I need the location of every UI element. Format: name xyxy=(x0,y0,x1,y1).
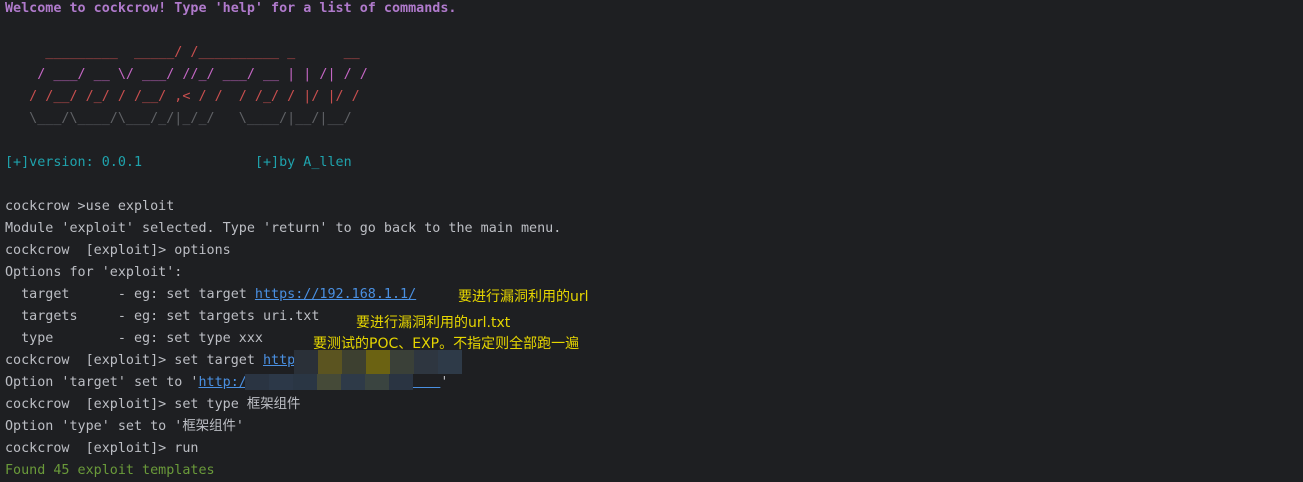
command-line: cockcrow [exploit]> options xyxy=(5,243,231,258)
result-line: Found 45 exploit templates xyxy=(5,463,215,478)
command-line: cockcrow [exploit]> set type 框架组件 xyxy=(5,397,301,412)
output-line: Options for 'exploit': xyxy=(5,265,183,280)
banner-line-2: / ___/ __ \/ ___/ //_/ ___/ __ | | /| / … xyxy=(5,67,368,82)
command-line: cockcrow [exploit]> run xyxy=(5,441,199,456)
banner-line-1: _________ _____/ /__________ _ __ xyxy=(5,45,360,60)
redacted-url-blur xyxy=(294,350,462,374)
annotation-target: 要进行漏洞利用的url xyxy=(458,289,589,305)
redacted-url-blur xyxy=(245,374,413,390)
banner-line-3: / /__/ /_/ / /__/ ,< / / / /_/ / |/ |/ / xyxy=(5,89,360,104)
output-text: Option 'target' set to ' xyxy=(5,375,199,390)
author-text: [+]by A_llen xyxy=(254,155,352,170)
target-url-link[interactable]: https://192.168.1.1/ xyxy=(255,287,416,302)
command-line: cockcrow [exploit]> set target http xyxy=(5,350,561,372)
version-text: [+]version: 0.0.1 xyxy=(5,155,143,170)
command-text: cockcrow [exploit]> set target xyxy=(5,353,263,368)
version-line: [+]version: 0.0.1 [+]by A_llen xyxy=(5,152,561,174)
output-line: Option 'type' set to '框架组件' xyxy=(5,419,244,434)
output-text: ' xyxy=(440,375,449,390)
command-line: cockcrow >use exploit xyxy=(5,199,175,214)
welcome-message: Welcome to cockcrow! Type 'help' for a l… xyxy=(5,1,457,16)
banner-line-4: \___/\____/\___/_/|_/_/ \____/|__/|__/ xyxy=(5,111,352,126)
annotation-targets: 要进行漏洞利用的url.txt xyxy=(356,315,511,331)
option-text: target - eg: set target xyxy=(5,287,255,302)
annotation-type: 要测试的POC、EXP。不指定则全部跑一遍 xyxy=(313,336,580,352)
output-line: Module 'exploit' selected. Type 'return'… xyxy=(5,221,562,236)
terminal-output: Welcome to cockcrow! Type 'help' for a l… xyxy=(5,0,561,482)
target-url-link[interactable]: http xyxy=(263,353,295,368)
